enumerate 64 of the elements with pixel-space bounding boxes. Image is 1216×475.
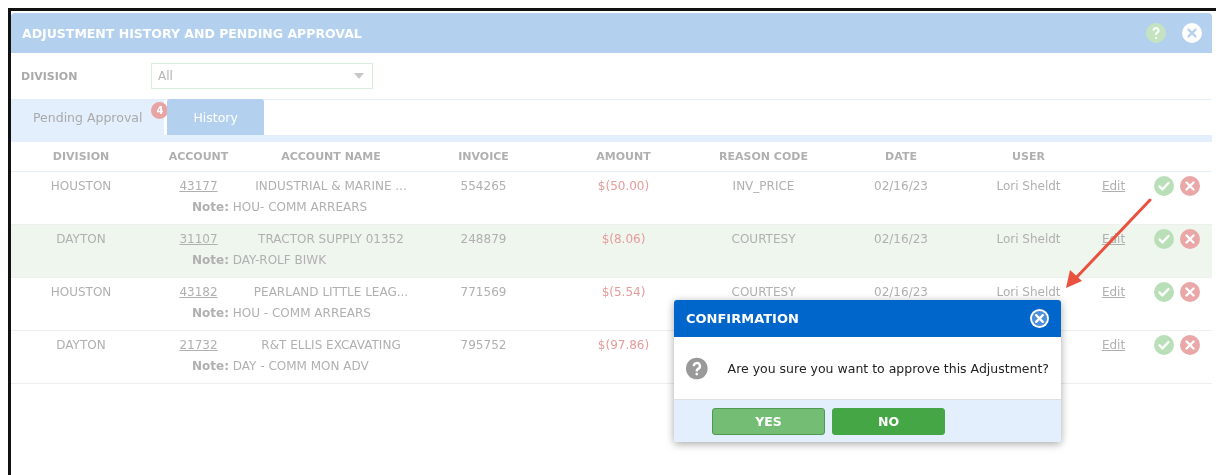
table-cell-text: R&T ELLIS EXCAVATING <box>260 338 402 352</box>
table-cell-text: Lori Sheldt <box>995 232 1062 246</box>
close-icon[interactable] <box>1030 309 1049 328</box>
account-link[interactable]: 43177 <box>179 179 218 193</box>
account-link[interactable]: 21732 <box>179 338 218 352</box>
help-icon[interactable] <box>1146 23 1166 43</box>
table-cell-text: 02/16/23 <box>873 285 929 299</box>
account-link[interactable]: 43182 <box>179 285 218 299</box>
column-header: ACCOUNT NAME <box>280 150 382 163</box>
reject-icon[interactable] <box>1180 335 1200 355</box>
table-cell-text: INDUSTRIAL & MARINE ... <box>254 179 408 193</box>
table-cell-text: Lori Sheldt <box>995 285 1062 299</box>
table-cell-text: 02/16/23 <box>873 179 929 193</box>
table-cell-text: COURTESY <box>730 232 797 246</box>
column-header: USER <box>1011 150 1046 163</box>
table-cell-text: TRACTOR SUPPLY 01352 <box>257 232 405 246</box>
dialog-message: Are you sure you want to approve this Adjustment? <box>727 360 1049 376</box>
table-cell-text: 771569 <box>459 285 508 299</box>
approve-icon[interactable] <box>1154 229 1174 249</box>
division-dropdown[interactable]: All <box>151 63 373 89</box>
amount-cell-text: $(50.00) <box>596 179 651 193</box>
approve-icon[interactable] <box>1154 335 1174 355</box>
table-cell-text: 248879 <box>459 232 508 246</box>
table-cell-text: INV_PRICE <box>731 179 796 193</box>
column-header: DIVISION <box>51 150 111 163</box>
note-text: Note: DAY - COMM MON ADV <box>192 359 369 373</box>
table-cell-text: 554265 <box>459 179 508 193</box>
edit-link[interactable]: Edit <box>1101 338 1126 352</box>
approve-icon[interactable] <box>1154 176 1174 196</box>
dialog-button[interactable]: NO <box>832 407 945 435</box>
approve-icon[interactable] <box>1154 282 1174 302</box>
table-cell-text: 02/16/23 <box>873 232 929 246</box>
note-text: Note: HOU- COMM ARREARS <box>192 200 368 214</box>
table-cell-text: DAYTON <box>55 338 107 352</box>
note-text: Note: DAY-ROLF BIWK <box>192 253 327 267</box>
window-title: ADJUSTMENT HISTORY AND PENDING APPROVAL <box>22 25 363 41</box>
tab[interactable]: Pending Approval 4 <box>11 99 165 135</box>
amount-cell-text: $(97.86) <box>596 338 651 352</box>
dialog-title: CONFIRMATION <box>686 311 799 326</box>
table-cell-text: DAYTON <box>55 232 107 246</box>
amount-cell-text: $(8.06) <box>600 232 647 246</box>
column-header: ACCOUNT <box>167 150 230 163</box>
table-cell-text: Lori Sheldt <box>995 179 1062 193</box>
amount-cell-text: $(5.54) <box>600 285 647 299</box>
tab[interactable]: History <box>167 99 264 135</box>
note-text: Note: HOU - COMM ARREARS <box>192 306 371 320</box>
edit-link[interactable]: Edit <box>1101 285 1126 299</box>
reject-icon[interactable] <box>1180 229 1200 249</box>
column-header: DATE <box>884 150 918 163</box>
table-cell-text: PEARLAND LITTLE LEAG... <box>252 285 410 299</box>
dialog-button[interactable]: YES <box>712 407 825 435</box>
table-cell-text: HOUSTON <box>49 285 113 299</box>
table-cell-text: COURTESY <box>730 285 797 299</box>
reject-icon[interactable] <box>1180 176 1200 196</box>
table-cell-text: 795752 <box>459 338 508 352</box>
filter-label: DIVISION <box>21 69 79 83</box>
table-cell-text: HOUSTON <box>49 179 113 193</box>
column-header: AMOUNT <box>595 150 652 163</box>
caret-icon <box>354 73 364 79</box>
column-header: INVOICE <box>457 150 510 163</box>
account-link[interactable]: 31107 <box>179 232 218 246</box>
edit-link[interactable]: Edit <box>1101 179 1126 193</box>
reject-icon[interactable] <box>1180 282 1200 302</box>
column-header: REASON CODE <box>718 150 809 163</box>
